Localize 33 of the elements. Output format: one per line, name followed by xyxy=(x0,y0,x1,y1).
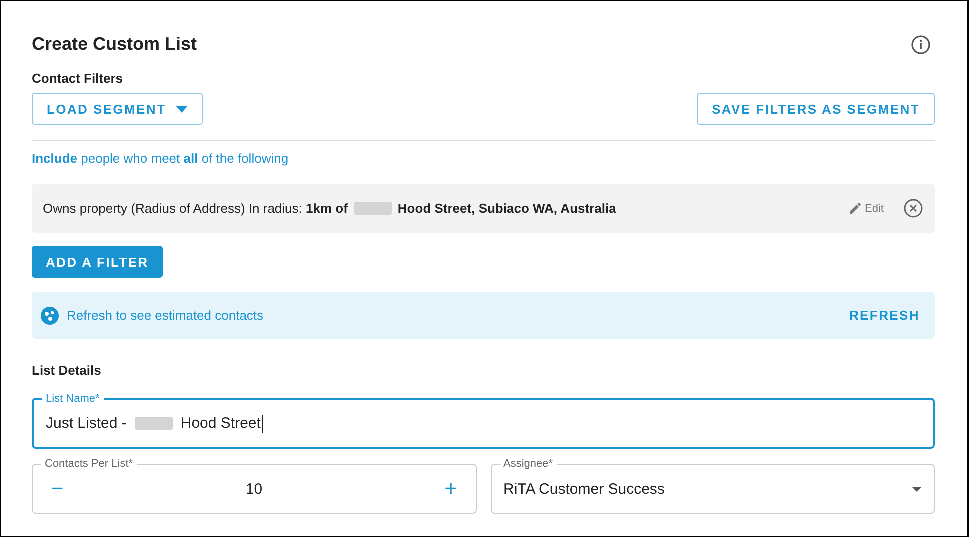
include-rule-text: Include people who meet all of the following xyxy=(32,151,290,166)
people-icon xyxy=(41,306,59,324)
field-value: 10 xyxy=(244,480,264,498)
add-filter-button[interactable]: ADD A FILTER xyxy=(32,246,163,278)
edit-button[interactable]: Edit xyxy=(850,202,884,214)
save-segment-button[interactable]: SAVE FILTERS AS SEGMENT xyxy=(697,93,935,125)
remove-icon[interactable] xyxy=(904,199,923,218)
field-label: Contacts Per List* xyxy=(44,457,134,471)
assignee-dropdown[interactable]: Assignee* RiTA Customer Success xyxy=(490,457,935,514)
field-value: Hood Street xyxy=(180,415,261,432)
field-value: RiTA Customer Success xyxy=(504,480,666,498)
estimate-message: Refresh to see estimated contacts xyxy=(67,308,265,323)
section-heading: Contact Filters xyxy=(32,71,124,86)
section-heading: List Details xyxy=(32,363,102,378)
redacted-block xyxy=(354,202,392,215)
dropdown-caret-icon xyxy=(912,486,922,492)
pencil-icon xyxy=(850,203,862,214)
text-cursor xyxy=(262,414,263,432)
filter-address: Hood Street, Subiaco WA, Australia xyxy=(398,201,616,216)
increment-button[interactable]: + xyxy=(438,478,464,500)
redacted-block xyxy=(134,417,173,430)
field-label: List Name* xyxy=(45,392,101,406)
contacts-per-list-field[interactable]: Contacts Per List* − 10 + xyxy=(32,457,476,514)
list-name-field[interactable]: List Name* Just Listed - Hood Street xyxy=(32,392,935,449)
field-value: Just Listed - xyxy=(46,415,127,432)
filter-condition: Owns property (Radius of Address) In radius: 1km of xyxy=(43,201,348,216)
field-label: Assignee* xyxy=(502,457,554,471)
page-title: Create Custom List xyxy=(32,34,198,55)
info-icon[interactable] xyxy=(911,34,931,54)
load-segment-button[interactable]: LOAD SEGMENT xyxy=(32,93,204,125)
decrement-button[interactable]: − xyxy=(45,478,70,500)
refresh-button[interactable]: REFRESH xyxy=(849,308,920,323)
caret-icon xyxy=(176,106,188,112)
